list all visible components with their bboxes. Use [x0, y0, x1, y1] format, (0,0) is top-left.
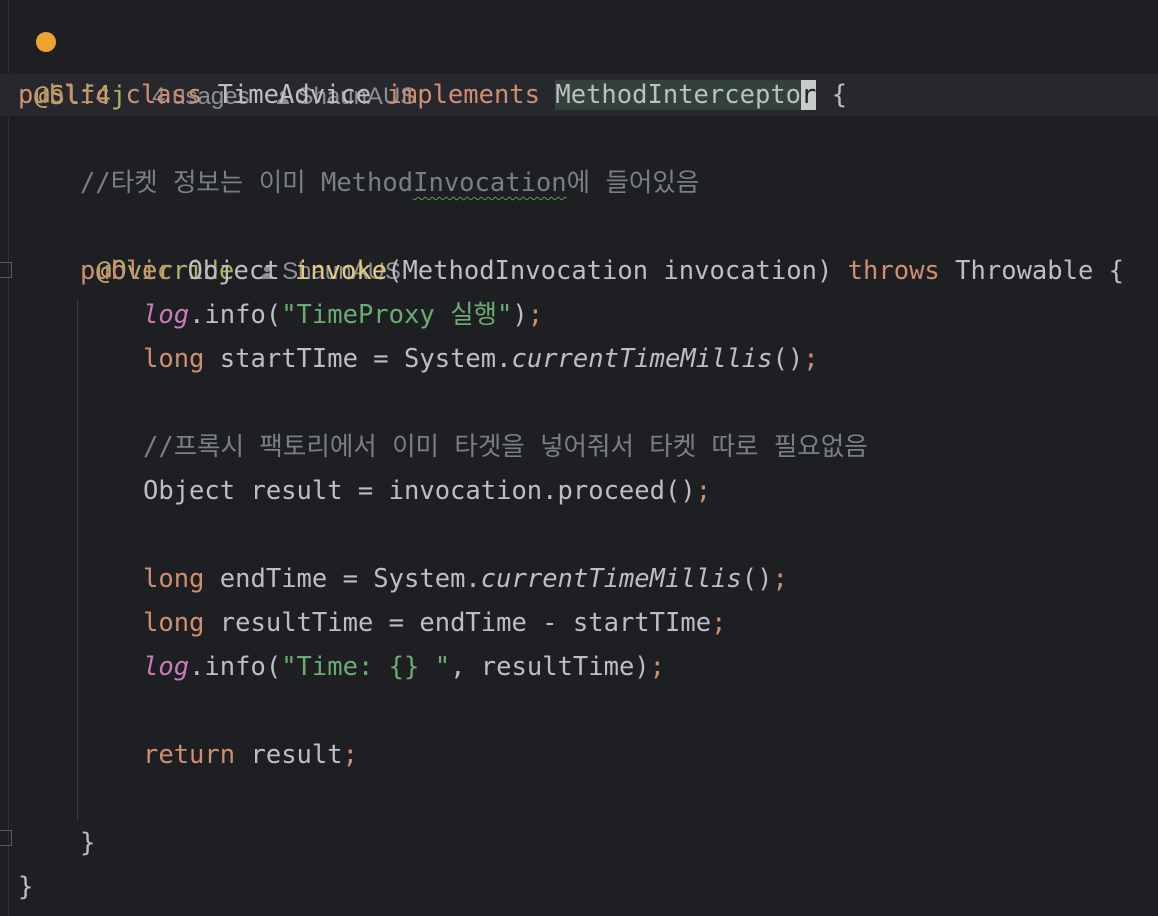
result-time-decl: resultTime = endTime - startTIme	[219, 608, 712, 638]
gutter-divider	[8, 0, 9, 916]
info-call: .info(	[189, 652, 282, 682]
open-brace: {	[831, 80, 848, 110]
code-line-override[interactable]: @Override ShaunAUS	[80, 205, 401, 286]
log-args: , resultTime)	[450, 652, 650, 682]
semicolon: ;	[649, 652, 666, 682]
interface-name: MethodIntercepto	[555, 80, 802, 110]
class-keyword: public class	[18, 80, 203, 110]
long-keyword: long	[143, 564, 205, 594]
return-keyword: return	[143, 740, 236, 770]
code-line-log-time[interactable]: log.info("Time: {} ", resultTime);	[143, 645, 665, 689]
semicolon: ;	[695, 476, 712, 506]
semicolon: ;	[342, 740, 358, 770]
parens: ()	[741, 564, 773, 594]
implements-keyword: implements	[386, 80, 541, 110]
code-line-proceed[interactable]: Object result = invocation.proceed();	[143, 469, 711, 513]
semicolon: ;	[527, 300, 544, 330]
code-line-log-start[interactable]: log.info("TimeProxy 실행");	[143, 293, 543, 337]
return-value: result	[250, 740, 343, 770]
indent-guide	[77, 300, 78, 820]
code-line-class-decl[interactable]: public class TimeAdvice implements Metho…	[18, 73, 847, 117]
code-line-return[interactable]: return result;	[143, 733, 358, 777]
long-keyword: long	[143, 608, 205, 638]
return-type: Object	[187, 256, 280, 286]
semicolon: ;	[711, 608, 727, 638]
fold-marker-method[interactable]	[0, 262, 12, 278]
static-method: currentTimeMillis	[480, 564, 742, 594]
spelling-underline: Invocation	[413, 168, 567, 198]
code-line-comment-1[interactable]: //타켓 정보는 이미 MethodInvocation에 들어있음	[80, 161, 699, 205]
class-name: TimeAdvice	[217, 80, 372, 110]
close-paren: )	[512, 300, 528, 330]
method-params: (MethodInvocation invocation)	[387, 256, 833, 286]
string-literal: "TimeProxy 실행"	[281, 300, 513, 330]
parens: ()	[772, 344, 804, 374]
throws-keyword: throws	[847, 256, 940, 286]
public-keyword: public	[80, 256, 173, 286]
close-brace: }	[80, 828, 96, 858]
code-line-start-time[interactable]: long startTIme = System.currentTimeMilli…	[143, 337, 819, 381]
comment-prefix: //타켓 정보는 이미 Method	[80, 168, 414, 198]
fold-marker-method-end[interactable]	[0, 830, 12, 846]
comment-suffix: 에 들어있음	[566, 168, 700, 198]
start-var: startTIme = System.	[219, 344, 512, 374]
log-field: log	[143, 300, 190, 330]
code-line-result-time[interactable]: long resultTime = endTime - startTIme;	[143, 601, 726, 645]
long-keyword: long	[143, 344, 205, 374]
code-line-annotation[interactable]: @Slf4j 4 usages ShaunAUS	[18, 30, 416, 111]
code-line-method-decl[interactable]: public Object invoke(MethodInvocation in…	[80, 249, 1124, 293]
close-brace: }	[18, 872, 34, 902]
log-field: log	[143, 652, 190, 682]
lightbulb-icon[interactable]	[36, 32, 56, 52]
end-var: endTime = System.	[219, 564, 481, 594]
static-method: currentTimeMillis	[511, 344, 773, 374]
code-editor[interactable]: @Slf4j 4 usages ShaunAUS public class Time…	[0, 0, 1158, 916]
semicolon: ;	[803, 344, 819, 374]
semicolon: ;	[772, 564, 788, 594]
code-line-close-method[interactable]: }	[80, 821, 95, 865]
result-decl: Object result = invocation.proceed()	[143, 476, 696, 506]
text-caret: r	[801, 80, 817, 110]
string-literal: "Time: {} "	[281, 652, 451, 682]
code-line-comment-2[interactable]: //프록시 팩토리에서 이미 타겟을 넣어줘서 타켓 따로 필요없음	[143, 425, 868, 469]
code-line-end-time[interactable]: long endTime = System.currentTimeMillis(…	[143, 557, 788, 601]
code-line-close-class[interactable]: }	[18, 865, 33, 909]
info-call: .info(	[189, 300, 282, 330]
exception-type: Throwable {	[955, 256, 1125, 286]
method-name: invoke	[294, 256, 388, 286]
comment-text: //프록시 팩토리에서 이미 타겟을 넣어줘서 타켓 따로 필요없음	[143, 432, 868, 462]
